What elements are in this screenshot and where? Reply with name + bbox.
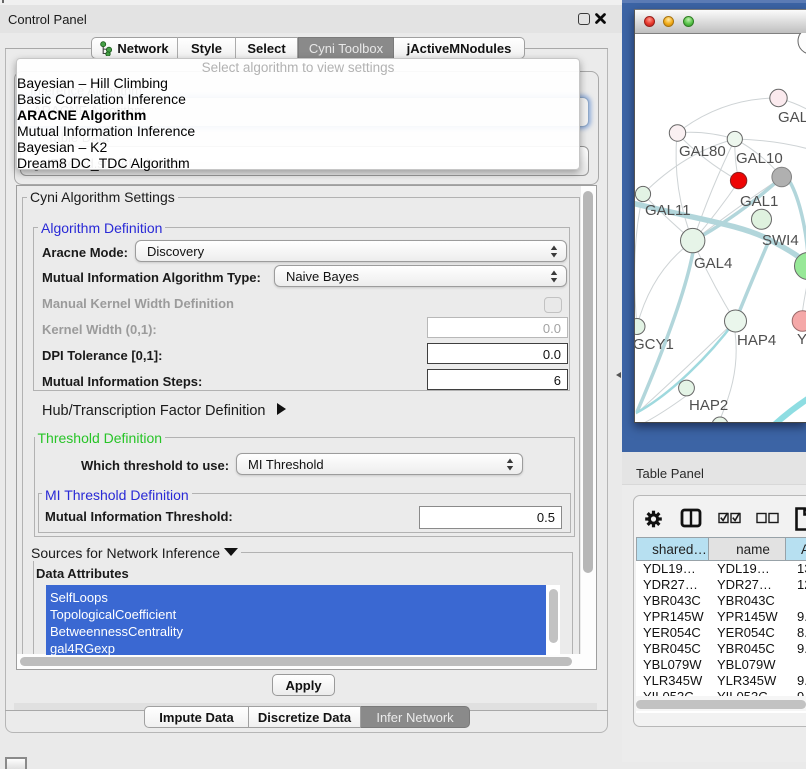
svg-text:GAL4: GAL4 — [694, 255, 732, 272]
svg-text:Y: Y — [797, 331, 806, 348]
svg-text:GAL1: GAL1 — [740, 193, 778, 210]
svg-text:GCY1: GCY1 — [635, 336, 674, 353]
svg-text:SWI4: SWI4 — [762, 232, 799, 249]
svg-text:HAP4: HAP4 — [737, 332, 776, 349]
svg-text:GAL: GAL — [778, 109, 806, 126]
svg-text:GAL80: GAL80 — [679, 143, 726, 160]
svg-text:HAP2: HAP2 — [689, 397, 728, 414]
svg-text:GAL11: GAL11 — [645, 202, 691, 219]
svg-text:GAL10: GAL10 — [736, 150, 783, 167]
